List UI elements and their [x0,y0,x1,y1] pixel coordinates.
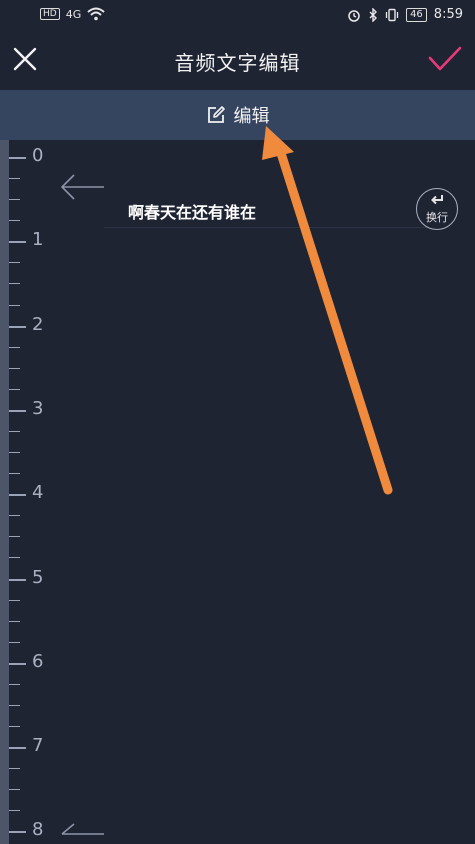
ruler-minor-tick [9,789,20,791]
vibrate-icon [385,8,399,21]
ruler-major-tick [9,325,26,328]
bluetooth-icon [369,7,378,22]
ruler-major-tick [9,409,26,412]
wifi-icon [87,7,105,21]
line-break-button[interactable]: 换行 [416,188,458,230]
ruler-major-tick [9,831,26,834]
ruler-minor-tick [9,199,20,201]
ruler-minor-tick [9,304,20,306]
alarm-icon [348,9,360,22]
edit-label: 编辑 [233,106,270,127]
ruler-label: 2 [32,313,44,335]
ruler-minor-tick [9,452,20,454]
clock: 8:59 [433,7,463,22]
ruler-minor-tick [9,367,20,369]
ruler-minor-tick [9,768,20,770]
line-break-label: 换行 [426,211,448,224]
ruler-minor-tick [9,388,20,390]
ruler-label: 7 [32,735,44,757]
ruler-major-tick [9,241,26,244]
ruler-minor-tick [9,220,20,222]
ruler-label: 3 [32,397,44,419]
return-icon [431,195,443,205]
ruler-minor-tick [9,346,20,348]
ruler-label: 6 [32,650,44,672]
ruler-label: 8 [32,819,44,841]
ruler-major-tick [9,157,26,159]
status-right: 46 8:59 [347,7,463,22]
ruler-minor-tick [9,536,20,538]
ruler-minor-tick [9,262,20,264]
ruler-minor-tick [9,599,20,601]
ruler-minor-tick [9,283,20,285]
caption-text[interactable]: 啊春天在还有谁在 [128,199,256,223]
ruler-minor-tick [9,683,20,685]
ruler-minor-tick [9,726,20,728]
arrow-left-icon[interactable] [58,820,106,844]
edit-icon [207,106,225,123]
hd-badge: HD [40,8,60,20]
status-bar: HD 4G 46 8:59 [0,0,475,32]
ruler-minor-tick [9,515,20,517]
arrow-left-icon[interactable] [58,172,106,202]
caption-item[interactable]: 啊春天在还有谁在 [104,187,431,228]
network-label: 4G [65,7,82,21]
ruler-label: 1 [32,229,44,251]
top-bar: 音频文字编辑 [0,32,475,90]
ruler-major-tick [9,662,26,665]
status-left: HD 4G [40,7,105,21]
ruler-minor-tick [9,641,20,643]
battery-indicator: 46 [406,7,427,22]
ruler-minor-tick [9,704,20,706]
ruler-major-tick [9,747,26,750]
ruler-minor-tick [9,557,20,559]
ruler-minor-tick [9,473,20,475]
check-icon[interactable] [427,44,463,74]
ruler-minor-tick [9,810,20,812]
ruler-label: 4 [32,482,44,504]
edit-button[interactable]: 编辑 [0,90,475,140]
ruler-label: 5 [32,566,44,588]
ruler-minor-tick [9,620,20,622]
timeline-ruler[interactable]: 0 1 2 3 4 5 6 7 8 [0,140,475,844]
ruler-major-tick [9,578,26,581]
ruler-major-tick [9,494,26,497]
ruler-strip [0,140,9,844]
ruler-minor-tick [9,430,20,432]
ruler-label: 0 [32,145,44,166]
page-title: 音频文字编辑 [174,51,301,75]
ruler-minor-tick [9,178,20,180]
